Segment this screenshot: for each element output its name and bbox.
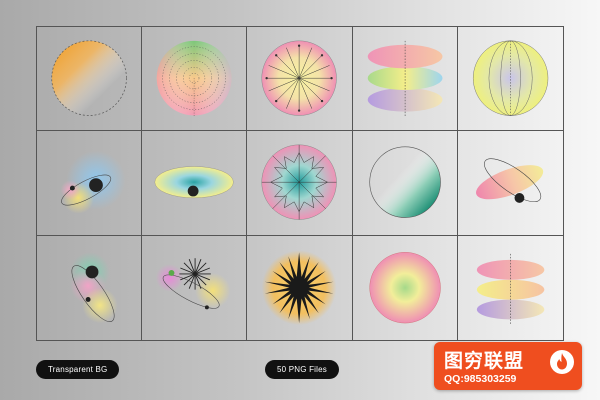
- meridian-globe-graphic: [472, 40, 549, 116]
- grid-cell-black-starburst: [247, 235, 353, 340]
- grid-cell-green-gradient-circle: [352, 131, 458, 236]
- grid-cell-blue-orbit: [37, 131, 143, 236]
- grid-cell-ellipse-eye: [142, 131, 248, 236]
- stacked-discs-small-graphic: [476, 253, 545, 326]
- watermark-badge: 图穷联盟 QQ:985303259: [434, 342, 582, 390]
- grid-cell-stacked-discs-small: [458, 236, 563, 340]
- ellipse-eye-graphic: [154, 166, 234, 199]
- pink-orb-graphic: [369, 251, 441, 323]
- black-starburst-graphic: [262, 249, 337, 325]
- grid-cell-compass-sphere: [247, 27, 353, 132]
- png-files-label: 50 PNG Files: [277, 365, 327, 374]
- grid-cell-meridian-globe: [457, 27, 563, 132]
- watermark-title: 图穷联盟: [444, 351, 525, 372]
- asset-grid: [36, 26, 564, 341]
- grid-cell-green-orbit: [37, 235, 143, 340]
- watermark-qq: QQ:985303259: [444, 373, 517, 385]
- grid-cell-starburst-orbit: [142, 235, 248, 340]
- grid-cell-stacked-discs: [352, 27, 458, 132]
- flame-icon: [550, 350, 574, 374]
- transparent-bg-pill: Transparent BG: [36, 360, 120, 379]
- compass-sphere-graphic: [261, 40, 338, 116]
- zigzag-sphere-graphic: [261, 144, 338, 221]
- stacked-discs-graphic: [367, 40, 443, 118]
- transparent-bg-label: Transparent BG: [48, 365, 108, 374]
- tilted-disc-orbit-graphic: [475, 158, 543, 204]
- grid-cell-zigzag-sphere: [247, 131, 353, 236]
- grid-cell-tilted-disc-orbit: [457, 131, 563, 236]
- grid-cell-pink-orb: [353, 235, 458, 340]
- dashed-circle-gradient-graphic: [51, 40, 127, 116]
- green-gradient-circle-graphic: [369, 146, 441, 219]
- grid-cell-concentric-sphere: [142, 27, 248, 132]
- grid-cell-dashed-circle: [37, 27, 143, 132]
- blue-orbit-graphic: [60, 151, 126, 214]
- starburst-orbit-graphic: [155, 257, 231, 309]
- png-files-pill: 50 PNG Files: [265, 360, 339, 379]
- green-orbit-graphic: [70, 251, 118, 323]
- concentric-sphere-graphic: [156, 40, 232, 118]
